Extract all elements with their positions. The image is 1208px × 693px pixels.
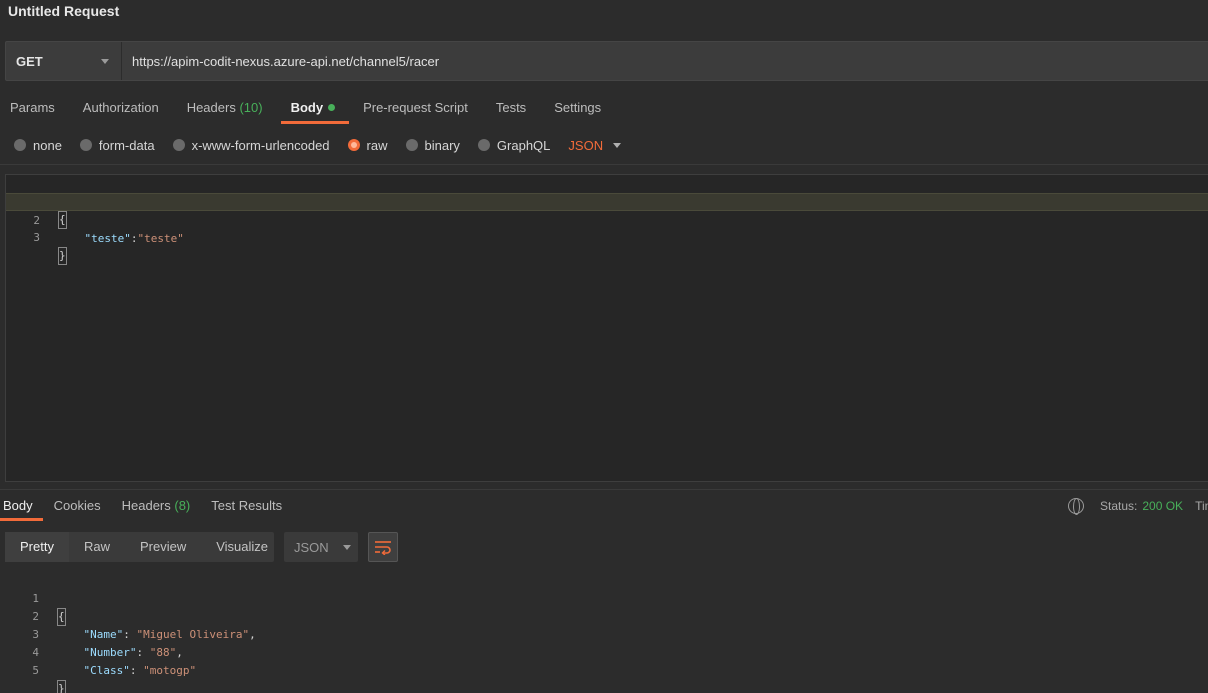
brace: } <box>58 247 67 265</box>
request-tabs: Params Authorization Headers (10) Body P… <box>0 92 619 124</box>
wrap-lines-button[interactable] <box>368 532 398 562</box>
code-line: 4 "Class": "motogp" <box>5 626 1208 677</box>
json-value: "teste" <box>137 232 184 245</box>
json-key: "teste" <box>84 232 131 245</box>
code-line: 5 } <box>5 644 1208 693</box>
json-separator: : <box>129 664 144 677</box>
response-tab-cookies[interactable]: Cookies <box>51 491 111 521</box>
request-title[interactable]: Untitled Request <box>8 3 119 19</box>
method-select[interactable]: GET <box>6 42 122 80</box>
tab-authorization[interactable]: Authorization <box>73 92 173 124</box>
mode-form-data[interactable]: form-data <box>79 138 155 153</box>
wrap-lines-icon <box>375 541 391 555</box>
response-tab-body[interactable]: Body <box>0 491 43 521</box>
view-visualize-button[interactable]: Visualize <box>201 532 283 562</box>
response-tabs: Body Cookies Headers (8) Test Results <box>0 491 300 521</box>
line-number: 3 <box>33 231 40 244</box>
response-tab-headers[interactable]: Headers (8) <box>119 491 201 521</box>
code-line-active: 2 "teste":"teste" <box>6 193 1208 245</box>
mode-graphql[interactable]: GraphQL <box>477 138 550 153</box>
tab-pre-request-script[interactable]: Pre-request Script <box>353 92 482 124</box>
code-line: 1 { <box>6 175 1208 229</box>
tab-tests[interactable]: Tests <box>486 92 540 124</box>
body-language-select[interactable]: JSON <box>568 138 622 153</box>
response-tab-test-results[interactable]: Test Results <box>208 491 292 521</box>
response-status: Status: 200 OK Tim <box>1068 497 1208 515</box>
response-format-select[interactable]: JSON <box>284 532 358 562</box>
body-indicator-dot <box>328 104 336 111</box>
code-line: 3 } <box>6 211 1208 265</box>
view-preview-button[interactable]: Preview <box>125 532 201 562</box>
request-body-editor[interactable]: 1 { 2 "teste":"teste" 3 } <box>5 174 1208 482</box>
time-label: Tim <box>1195 499 1208 513</box>
divider <box>0 164 1208 165</box>
json-key: "Class" <box>83 664 130 677</box>
brace: } <box>57 680 66 693</box>
view-raw-button[interactable]: Raw <box>69 532 125 562</box>
radio-icon[interactable] <box>14 139 26 151</box>
mode-raw[interactable]: raw <box>347 138 388 153</box>
response-body-viewer[interactable]: 1 { 2 "Name": "Miguel Oliveira", 3 "Numb… <box>5 572 1208 693</box>
radio-icon[interactable] <box>405 139 418 151</box>
chevron-down-icon <box>613 142 622 148</box>
code-line: 1 { <box>5 572 1208 626</box>
globe-icon[interactable] <box>1068 498 1084 515</box>
code-line: 3 "Number": "88", <box>5 608 1208 659</box>
url-bar: GET https://apim-codit-nexus.azure-api.n… <box>5 41 1208 81</box>
tab-params[interactable]: Params <box>0 92 69 124</box>
tab-settings[interactable]: Settings <box>544 92 615 124</box>
url-input[interactable]: https://apim-codit-nexus.azure-api.net/c… <box>122 54 439 69</box>
chevron-down-icon <box>101 59 109 64</box>
postman-window: Untitled Request GET https://apim-codit-… <box>0 0 1208 693</box>
response-view-modes: Pretty Raw Preview Visualize <box>5 532 274 562</box>
headers-count: (10) <box>239 100 263 115</box>
tab-headers[interactable]: Headers (10) <box>177 92 277 124</box>
radio-icon[interactable] <box>477 139 490 151</box>
radio-checked-icon[interactable] <box>347 139 360 151</box>
view-pretty-button[interactable]: Pretty <box>5 532 69 562</box>
status-value[interactable]: 200 OK <box>1142 499 1183 513</box>
response-headers-count: (8) <box>174 498 191 513</box>
tab-body[interactable]: Body <box>280 92 350 124</box>
mode-x-www-form-urlencoded[interactable]: x-www-form-urlencoded <box>172 138 330 153</box>
response-divider[interactable] <box>0 489 1208 490</box>
mode-none[interactable]: none <box>14 138 62 153</box>
radio-icon[interactable] <box>79 139 92 151</box>
json-value: "motogp" <box>143 664 197 677</box>
body-mode-options: none form-data x-www-form-urlencoded raw… <box>14 136 622 154</box>
method-label: GET <box>16 53 43 69</box>
chevron-down-icon <box>342 544 351 550</box>
code-line: 2 "Name": "Miguel Oliveira", <box>5 590 1208 641</box>
status-label: Status: <box>1100 499 1138 513</box>
radio-icon[interactable] <box>172 139 185 151</box>
line-number: 5 <box>32 664 39 677</box>
mode-binary[interactable]: binary <box>405 138 460 153</box>
